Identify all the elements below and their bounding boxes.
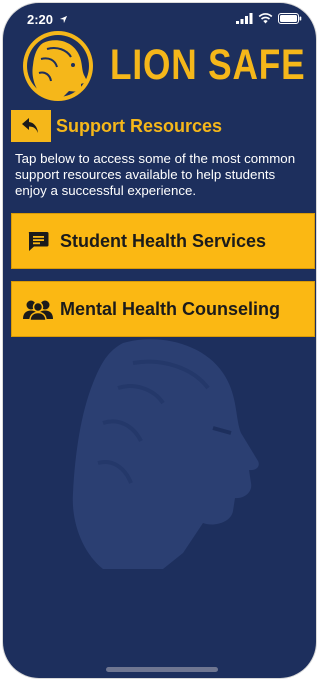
- back-button[interactable]: [11, 110, 51, 142]
- location-arrow-icon: [59, 15, 68, 24]
- mental-health-counseling-button[interactable]: Mental Health Counseling: [11, 281, 315, 337]
- intro-text: Tap below to access some of the most com…: [15, 151, 296, 198]
- app-title: LION SAFE: [110, 41, 306, 89]
- section-title: Support Resources: [56, 115, 223, 136]
- app-header: LION SAFE: [21, 29, 311, 105]
- back-arrow-icon: [22, 118, 38, 133]
- signal-icon: [236, 13, 253, 24]
- student-health-services-label: Student Health Services: [60, 230, 267, 251]
- phone-screen: 2:20 LION SAFE Support Resources Tap bel…: [3, 3, 316, 678]
- chat-message-icon: [22, 225, 54, 257]
- home-indicator[interactable]: [106, 667, 218, 672]
- people-group-icon: [22, 293, 54, 325]
- status-time: 2:20: [27, 12, 54, 27]
- wifi-icon: [258, 13, 273, 24]
- lion-watermark-icon: [72, 339, 259, 569]
- status-icons: [236, 13, 302, 24]
- lion-logo-icon: [23, 31, 93, 101]
- battery-icon: [278, 13, 302, 24]
- nav-row: Support Resources: [11, 109, 311, 143]
- student-health-services-button[interactable]: Student Health Services: [11, 213, 315, 269]
- mental-health-counseling-label: Mental Health Counseling: [60, 298, 281, 319]
